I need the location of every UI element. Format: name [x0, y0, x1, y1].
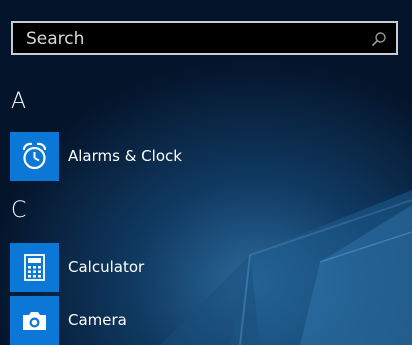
- app-tile: [10, 296, 59, 345]
- app-label: Calculator: [68, 258, 145, 276]
- app-item-calculator[interactable]: Calculator: [10, 243, 400, 293]
- app-item-camera[interactable]: Camera: [10, 296, 400, 345]
- calculator-icon: [24, 254, 45, 281]
- app-label: Camera: [68, 311, 127, 329]
- alarm-clock-icon: [22, 142, 47, 170]
- app-tile: [10, 243, 59, 292]
- search-box[interactable]: Search: [11, 21, 398, 55]
- search-placeholder: Search: [26, 29, 85, 49]
- search-icon[interactable]: [371, 31, 387, 47]
- app-item-alarms-clock[interactable]: Alarms & Clock: [10, 132, 400, 182]
- section-header-a[interactable]: A: [11, 89, 26, 115]
- app-label: Alarms & Clock: [68, 147, 182, 165]
- camera-icon: [23, 312, 46, 330]
- app-tile: [10, 132, 59, 181]
- section-header-c[interactable]: C: [11, 198, 26, 224]
